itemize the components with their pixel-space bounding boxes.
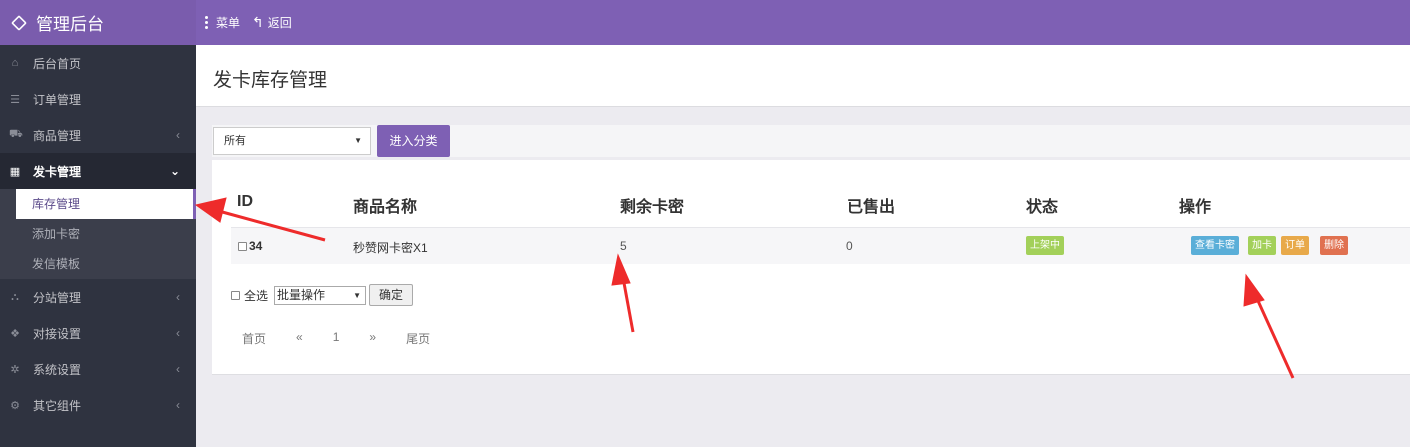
page-next[interactable]: » xyxy=(369,330,376,347)
row-remaining: 5 xyxy=(620,239,627,253)
orders-button[interactable]: 订单 xyxy=(1281,236,1309,255)
page-header: 发卡库存管理 xyxy=(196,45,1410,107)
column-header-name[interactable]: 商品名称 xyxy=(353,193,417,217)
chevron-left-icon: ‹ xyxy=(176,326,180,340)
column-header-sold[interactable]: 已售出 xyxy=(847,193,895,217)
sitemap-icon: ⛬ xyxy=(11,290,19,303)
sidebar-item-products[interactable]: ⛟ 商品管理 ‹ xyxy=(0,117,196,153)
select-all-label[interactable]: 全选 xyxy=(244,287,268,304)
sidebar-item-label: 对接设置 xyxy=(33,326,82,341)
sidebar-item-label: 商品管理 xyxy=(33,128,82,143)
table-row: 34 秒赞网卡密X1 5 0 上架中 查看卡密 加卡 订单 删除 xyxy=(231,227,1410,264)
menu-label: 菜单 xyxy=(216,16,241,30)
add-cards-button[interactable]: 加卡 xyxy=(1248,236,1276,255)
column-header-id[interactable]: ID xyxy=(237,193,253,211)
row-checkbox[interactable] xyxy=(238,242,247,251)
menu-toggle-button[interactable]: 菜单 xyxy=(205,14,240,31)
inventory-panel: ID 商品名称 剩余卡密 已售出 状态 操作 34 秒赞网卡密X1 5 0 上架… xyxy=(212,160,1410,375)
sidebar-item-docking[interactable]: ❖ 对接设置 ‹ xyxy=(0,315,196,351)
page-current[interactable]: 1 xyxy=(333,330,340,347)
vertical-dots-icon xyxy=(205,16,208,29)
status-badge: 上架中 xyxy=(1026,236,1064,255)
sidebar-item-label: 其它组件 xyxy=(33,398,82,413)
column-header-remaining[interactable]: 剩余卡密 xyxy=(620,193,684,217)
cart-icon: ⛟ xyxy=(9,128,23,140)
sidebar-item-components[interactable]: ⚙ 其它组件 ‹ xyxy=(0,387,196,423)
grid-icon: ▦ xyxy=(9,165,21,178)
sidebar: ⌂ 后台首页 ☰ 订单管理 ⛟ 商品管理 ‹ ▦ 发卡管理 ⌄ 库存管理 添加卡… xyxy=(0,45,196,447)
sidebar-item-home[interactable]: ⌂ 后台首页 xyxy=(0,45,196,81)
sidebar-item-label: 订单管理 xyxy=(33,92,82,107)
bulk-action-select[interactable]: 批量操作 ▼ xyxy=(274,285,367,305)
page-prev[interactable]: « xyxy=(296,330,303,347)
page-first[interactable]: 首页 xyxy=(242,330,266,347)
confirm-button[interactable]: 确定 xyxy=(369,284,414,306)
app-title: 管理后台 xyxy=(36,15,104,34)
category-select-value: 所有 xyxy=(224,135,246,147)
row-id-cell: 34 xyxy=(238,239,262,253)
submenu-item-inventory[interactable]: 库存管理 xyxy=(16,189,196,219)
column-header-actions: 操作 xyxy=(1179,199,1212,216)
pagination: 首页 « 1 » 尾页 xyxy=(242,330,460,347)
column-header-status[interactable]: 状态 xyxy=(1026,193,1058,217)
caret-down-icon: ▼ xyxy=(354,136,362,145)
reply-arrow-icon: ↰ xyxy=(252,14,264,30)
cube-icon xyxy=(11,14,27,31)
home-icon: ⌂ xyxy=(11,57,19,69)
delete-button[interactable]: 删除 xyxy=(1320,236,1348,255)
bulk-action-value: 批量操作 xyxy=(277,287,326,302)
gear-icon: ✲ xyxy=(10,363,20,376)
sidebar-item-label: 发卡管理 xyxy=(33,164,82,179)
row-id: 34 xyxy=(249,239,263,253)
brand[interactable]: 管理后台 xyxy=(0,0,196,45)
submenu-item-mail-template[interactable]: 发信模板 xyxy=(16,249,196,279)
sidebar-item-substations[interactable]: ⛬ 分站管理 ‹ xyxy=(0,279,196,315)
select-all-checkbox[interactable] xyxy=(231,290,240,300)
sidebar-item-system[interactable]: ✲ 系统设置 ‹ xyxy=(0,351,196,387)
page-title: 发卡库存管理 xyxy=(213,70,328,91)
chevron-left-icon: ‹ xyxy=(176,290,180,304)
sidebar-item-label: 后台首页 xyxy=(33,56,82,71)
chevron-left-icon: ‹ xyxy=(176,128,180,142)
caret-down-icon: ▼ xyxy=(353,290,362,300)
row-sold: 0 xyxy=(846,239,853,253)
bulk-actions: 全选 批量操作 ▼ 确定 xyxy=(231,284,414,306)
enter-category-button[interactable]: 进入分类 xyxy=(377,125,450,157)
chevron-left-icon: ‹ xyxy=(176,398,180,412)
category-select[interactable]: 所有 ▼ xyxy=(213,127,371,155)
sidebar-submenu-cards: 库存管理 添加卡密 发信模板 xyxy=(0,189,196,279)
top-nav: 菜单 ↰ 返回 xyxy=(205,0,304,45)
submenu-item-add-cards[interactable]: 添加卡密 xyxy=(16,219,196,249)
chevron-down-icon: ⌄ xyxy=(169,164,180,178)
sidebar-item-label: 系统设置 xyxy=(33,362,82,377)
sidebar-item-orders[interactable]: ☰ 订单管理 xyxy=(0,81,196,117)
chevron-left-icon: ‹ xyxy=(176,362,180,376)
sidebar-item-label: 分站管理 xyxy=(33,290,82,305)
cubes-icon: ❖ xyxy=(10,327,20,340)
back-button[interactable]: ↰ 返回 xyxy=(252,14,292,31)
back-label: 返回 xyxy=(267,16,292,30)
view-cards-button[interactable]: 查看卡密 xyxy=(1191,236,1239,255)
gears-icon: ⚙ xyxy=(10,399,20,412)
row-name: 秒赞网卡密X1 xyxy=(353,241,428,255)
top-bar: 管理后台 菜单 ↰ 返回 xyxy=(0,0,1410,45)
page-last[interactable]: 尾页 xyxy=(406,330,430,347)
filter-bar: 所有 ▼ 进入分类 xyxy=(212,125,1410,157)
sidebar-item-cards[interactable]: ▦ 发卡管理 ⌄ xyxy=(0,153,196,189)
list-icon: ☰ xyxy=(10,93,20,106)
